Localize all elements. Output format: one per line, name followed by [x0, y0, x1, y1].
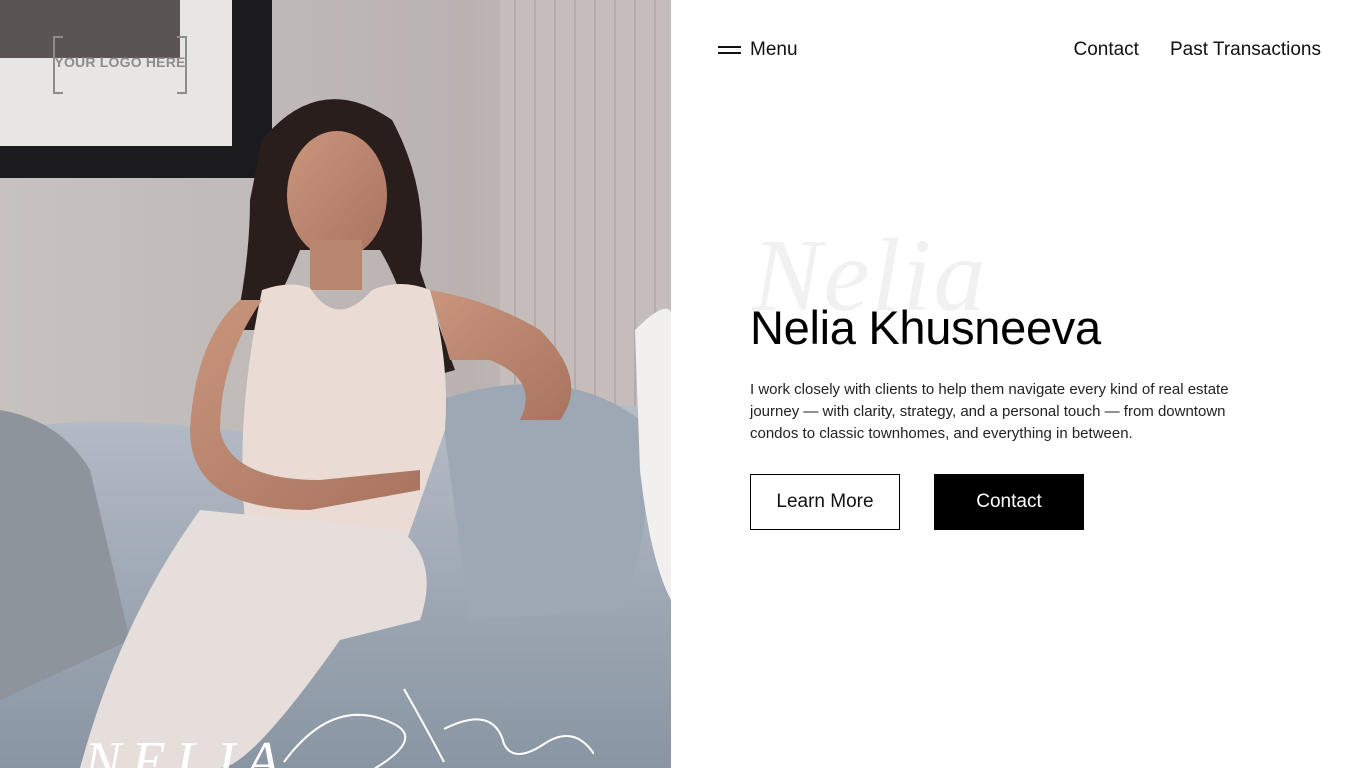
nav-link-past-transactions[interactable]: Past Transactions — [1170, 39, 1321, 61]
logo-text: YOUR LOGO HERE — [54, 54, 186, 70]
signature-caps: NELIA — [84, 731, 290, 768]
menu-label[interactable]: Menu — [750, 39, 798, 61]
top-nav: Contact Past Transactions — [1073, 36, 1321, 64]
hero-description: I work closely with clients to help them… — [750, 381, 1229, 442]
signature-watermark: NELIA — [84, 688, 644, 768]
site-logo[interactable]: YOUR LOGO HERE — [53, 36, 187, 94]
contact-button[interactable]: Contact — [934, 474, 1084, 530]
portrait-illustration — [0, 0, 671, 768]
hero-title: Nelia Khusneeva — [750, 301, 1101, 354]
learn-more-button[interactable]: Learn More — [750, 474, 900, 530]
signature-script — [283, 688, 594, 768]
nav-link-contact[interactable]: Contact — [1073, 39, 1138, 61]
hero-photo: YOUR LOGO HERE NELIA — [0, 0, 671, 768]
menu-toggle[interactable]: Menu — [718, 36, 798, 64]
hamburger-icon[interactable] — [718, 45, 741, 55]
